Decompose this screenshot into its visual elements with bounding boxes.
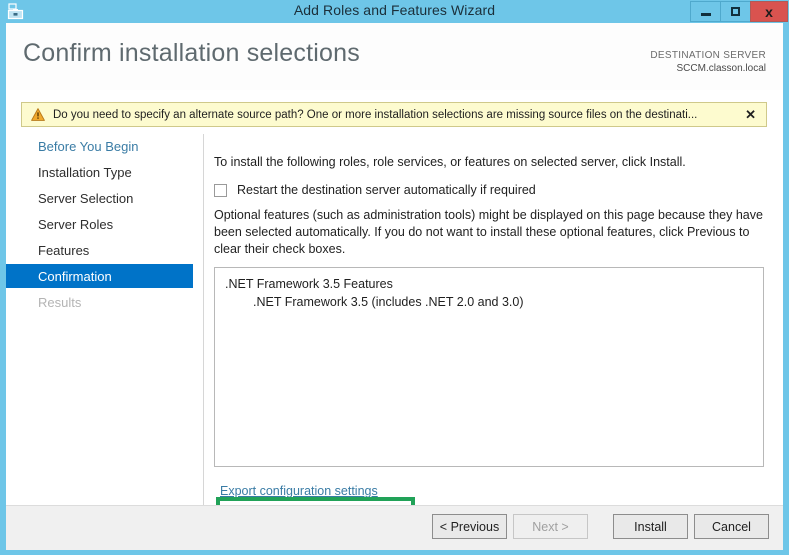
install-instruction: To install the following roles, role ser… bbox=[214, 155, 686, 169]
warning-close-icon[interactable]: ✕ bbox=[745, 108, 756, 121]
sidebar-item-results: Results bbox=[6, 290, 198, 314]
destination-server-value: SCCM.classon.local bbox=[676, 63, 766, 74]
sidebar-item-server-selection[interactable]: Server Selection bbox=[6, 186, 198, 210]
footer-button-group: < Previous Next > Install Cancel bbox=[426, 514, 769, 539]
warning-message: Do you need to specify an alternate sour… bbox=[53, 108, 698, 121]
previous-button[interactable]: < Previous bbox=[432, 514, 507, 539]
sidebar-item-label: Server Roles bbox=[38, 216, 114, 232]
restart-checkbox-label: Restart the destination server automatic… bbox=[237, 183, 536, 197]
sidebar-item-label: Confirmation bbox=[38, 268, 112, 284]
destination-server: DESTINATION SERVER SCCM.classon.local bbox=[650, 49, 766, 75]
wizard-window: Add Roles and Features Wizard x Confirm … bbox=[0, 0, 789, 555]
export-configuration-link[interactable]: Export configuration settings bbox=[220, 484, 378, 498]
sidebar-item-label: Installation Type bbox=[38, 164, 132, 180]
minimize-icon bbox=[700, 12, 711, 16]
install-button[interactable]: Install bbox=[613, 514, 688, 539]
optional-features-note: Optional features (such as administratio… bbox=[214, 208, 763, 256]
list-item: .NET Framework 3.5 (includes .NET 2.0 an… bbox=[253, 295, 524, 309]
wizard-footer: < Previous Next > Install Cancel bbox=[6, 505, 783, 550]
sidebar-item-label: Server Selection bbox=[38, 190, 134, 206]
warning-triangle-icon bbox=[31, 108, 45, 121]
window-controls: x bbox=[690, 1, 788, 22]
sidebar-item-features[interactable]: Features bbox=[6, 238, 198, 262]
destination-server-label: DESTINATION SERVER bbox=[650, 50, 766, 61]
restart-checkbox-row[interactable]: Restart the destination server automatic… bbox=[214, 182, 536, 199]
warning-bar: Do you need to specify an alternate sour… bbox=[21, 102, 767, 127]
sidebar-item-label: Before You Begin bbox=[38, 138, 139, 154]
list-item: .NET Framework 3.5 Features bbox=[225, 277, 393, 291]
selections-list[interactable]: .NET Framework 3.5 Features .NET Framewo… bbox=[214, 267, 764, 467]
sidebar-item-confirmation[interactable]: Confirmation bbox=[6, 264, 193, 288]
close-icon: x bbox=[765, 3, 773, 20]
wizard-navigation: Before You Begin Installation Type Serve… bbox=[6, 134, 198, 516]
cancel-button[interactable]: Cancel bbox=[694, 514, 769, 539]
sidebar-divider bbox=[203, 134, 204, 516]
close-button[interactable]: x bbox=[750, 1, 788, 22]
window-title: Add Roles and Features Wizard bbox=[293, 2, 496, 18]
restart-checkbox[interactable] bbox=[214, 184, 227, 197]
page-title: Confirm installation selections bbox=[23, 39, 360, 67]
window-body: Confirm installation selections DESTINAT… bbox=[6, 23, 783, 550]
sidebar-item-before-you-begin[interactable]: Before You Begin bbox=[6, 134, 198, 158]
page-header: Confirm installation selections DESTINAT… bbox=[6, 23, 783, 90]
sidebar-item-installation-type[interactable]: Installation Type bbox=[6, 160, 198, 184]
next-button: Next > bbox=[513, 514, 588, 539]
sidebar-item-server-roles[interactable]: Server Roles bbox=[6, 212, 198, 236]
title-bar: Add Roles and Features Wizard x bbox=[0, 0, 789, 23]
maximize-icon bbox=[731, 7, 740, 16]
minimize-button[interactable] bbox=[690, 1, 720, 22]
maximize-button[interactable] bbox=[720, 1, 750, 22]
sidebar-item-label: Features bbox=[38, 242, 90, 258]
sidebar-item-label: Results bbox=[38, 294, 82, 310]
